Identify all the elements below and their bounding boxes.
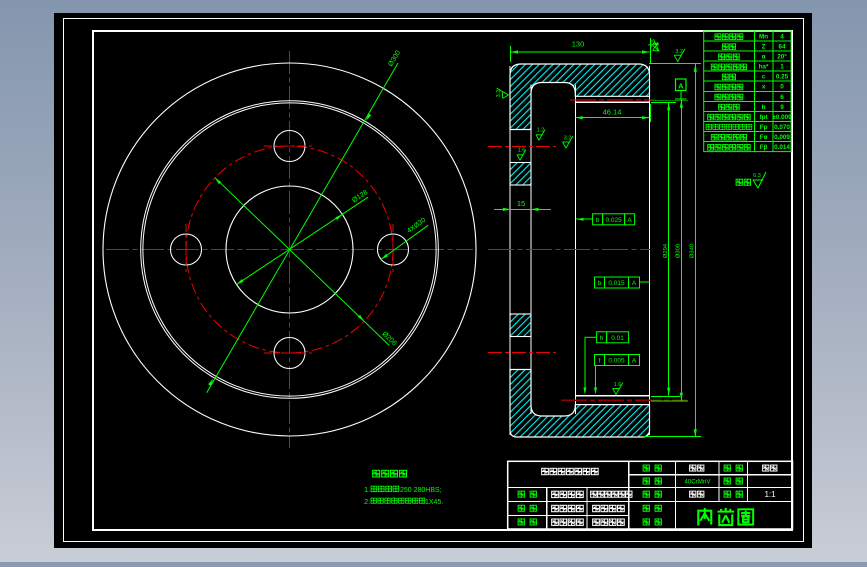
svg-text:0.005: 0.005 bbox=[608, 358, 625, 365]
svg-text:0.01: 0.01 bbox=[611, 335, 624, 342]
svg-text:A: A bbox=[627, 217, 632, 224]
svg-text:A: A bbox=[632, 280, 637, 287]
svg-text:1.: 1. bbox=[364, 485, 370, 494]
svg-text:130: 130 bbox=[572, 40, 585, 49]
svg-text:Ø300: Ø300 bbox=[675, 244, 681, 258]
svg-text:2.: 2. bbox=[364, 497, 370, 506]
svg-text:3.2: 3.2 bbox=[675, 49, 683, 55]
svg-text:3.2: 3.2 bbox=[496, 90, 502, 98]
svg-text:0.015: 0.015 bbox=[608, 280, 625, 287]
svg-text:0.025: 0.025 bbox=[605, 217, 622, 224]
svg-text:0: 0 bbox=[780, 84, 784, 91]
svg-text:fpt: fpt bbox=[760, 114, 769, 121]
svg-text:b: b bbox=[596, 217, 600, 224]
svg-text:A: A bbox=[678, 82, 684, 91]
svg-text:0.009: 0.009 bbox=[774, 134, 790, 141]
svg-text:A: A bbox=[632, 358, 637, 365]
svg-text:Fα: Fα bbox=[760, 134, 768, 141]
svg-text:1:1: 1:1 bbox=[764, 490, 776, 499]
svg-text:0.014: 0.014 bbox=[774, 144, 790, 151]
svg-text:1.6: 1.6 bbox=[518, 148, 526, 154]
svg-text:h: h bbox=[762, 104, 766, 111]
svg-text:40CrMnV: 40CrMnV bbox=[684, 479, 711, 486]
svg-text:c: c bbox=[762, 74, 766, 81]
svg-text:Fp: Fp bbox=[760, 124, 768, 131]
svg-text:f: f bbox=[599, 358, 601, 365]
svg-text:15: 15 bbox=[517, 199, 525, 208]
svg-text:Mn: Mn bbox=[759, 33, 768, 40]
svg-text:20°: 20° bbox=[777, 53, 787, 61]
svg-text:4: 4 bbox=[780, 33, 784, 40]
svg-text:h: h bbox=[600, 335, 604, 342]
svg-text:1.2: 1.2 bbox=[537, 128, 545, 134]
svg-text:250 280HBS;: 250 280HBS; bbox=[400, 487, 442, 494]
svg-text:α: α bbox=[762, 54, 766, 61]
svg-text:b: b bbox=[598, 280, 602, 287]
svg-text:0.070: 0.070 bbox=[774, 124, 790, 131]
svg-text:±0.009: ±0.009 bbox=[772, 114, 792, 121]
svg-text:1: 1 bbox=[780, 64, 784, 71]
svg-text:3.2: 3.2 bbox=[564, 136, 572, 142]
svg-text:64: 64 bbox=[778, 44, 786, 51]
svg-text:x: x bbox=[762, 84, 766, 91]
svg-text:1X45.: 1X45. bbox=[425, 499, 443, 506]
svg-text:0.25: 0.25 bbox=[776, 74, 789, 81]
svg-text:Fβ: Fβ bbox=[760, 144, 768, 151]
svg-text:46.14: 46.14 bbox=[603, 108, 622, 117]
svg-text:Ø294: Ø294 bbox=[663, 243, 669, 258]
svg-text:Z: Z bbox=[762, 44, 766, 51]
svg-text:6: 6 bbox=[780, 94, 784, 101]
svg-text:1.6: 1.6 bbox=[614, 382, 622, 388]
svg-text:6.3: 6.3 bbox=[753, 173, 761, 179]
svg-text:9: 9 bbox=[780, 104, 784, 111]
svg-text:ha*: ha* bbox=[759, 64, 769, 71]
svg-text:Ø340: Ø340 bbox=[689, 244, 695, 258]
